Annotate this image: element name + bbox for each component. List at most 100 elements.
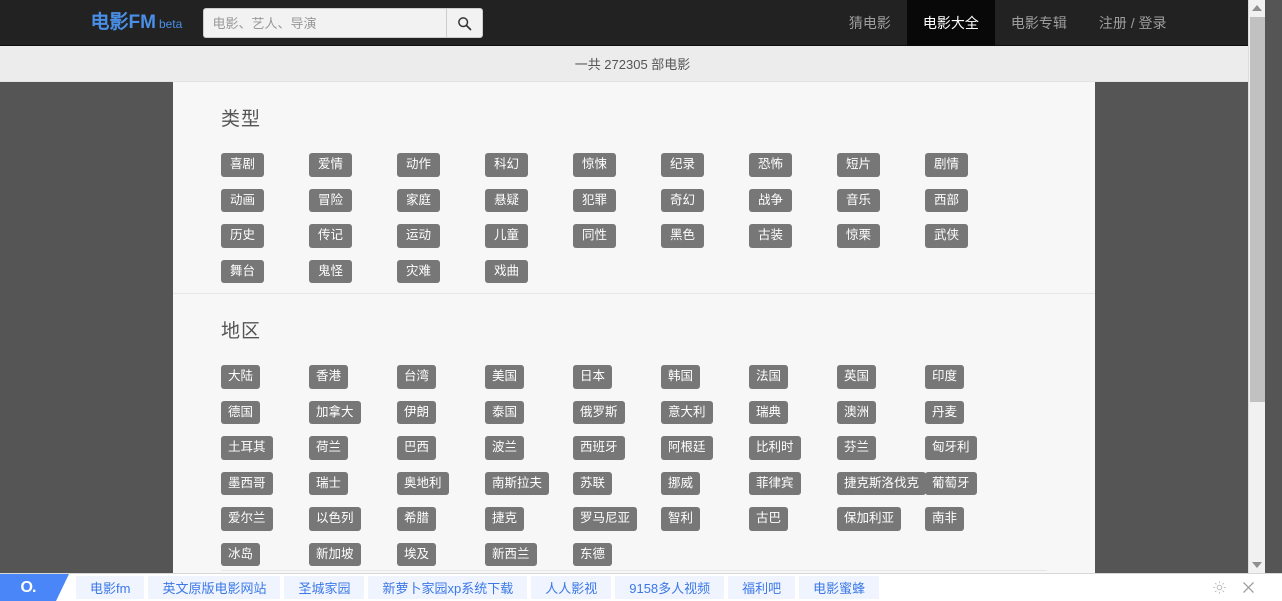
region-tag[interactable]: 匈牙利 xyxy=(925,436,977,460)
region-tag[interactable]: 苏联 xyxy=(573,471,613,495)
genre-tag[interactable]: 戏曲 xyxy=(485,259,529,283)
genre-tag[interactable]: 历史 xyxy=(221,224,265,248)
region-tag[interactable]: 以色列 xyxy=(309,507,361,531)
region-tag[interactable]: 俄罗斯 xyxy=(573,400,625,424)
region-tag[interactable]: 澳洲 xyxy=(837,400,877,424)
genre-tag[interactable]: 喜剧 xyxy=(221,153,265,177)
region-tag[interactable]: 阿根廷 xyxy=(661,436,713,460)
page-scrollbar[interactable] xyxy=(1248,0,1265,573)
taskbar-link[interactable]: 9158多人视频 xyxy=(615,576,725,599)
genre-tag[interactable]: 战争 xyxy=(749,188,793,212)
region-tag[interactable]: 丹麦 xyxy=(925,400,965,424)
genre-tag[interactable]: 动画 xyxy=(221,188,265,212)
genre-tag[interactable]: 悬疑 xyxy=(485,188,529,212)
region-tag[interactable]: 南斯拉夫 xyxy=(485,471,550,495)
region-tag[interactable]: 埃及 xyxy=(397,542,437,566)
nav-item-all-movies[interactable]: 电影大全 xyxy=(906,0,995,46)
genre-tag[interactable]: 奇幻 xyxy=(661,188,705,212)
genre-tag[interactable]: 爱情 xyxy=(309,153,353,177)
region-tag[interactable]: 波兰 xyxy=(485,436,525,460)
taskbar-link[interactable]: 电影蜜蜂 xyxy=(799,576,880,599)
genre-tag[interactable]: 家庭 xyxy=(397,188,441,212)
region-tag[interactable]: 意大利 xyxy=(661,400,713,424)
region-tag[interactable]: 台湾 xyxy=(397,365,437,389)
genre-tag[interactable]: 动作 xyxy=(397,153,441,177)
region-tag[interactable]: 冰岛 xyxy=(221,542,261,566)
region-tag[interactable]: 香港 xyxy=(309,365,349,389)
close-icon[interactable] xyxy=(1241,580,1256,595)
genre-tag[interactable]: 武侠 xyxy=(925,224,969,248)
genre-tag[interactable]: 黑色 xyxy=(661,224,705,248)
nav-item-register-login[interactable]: 注册 / 登录 xyxy=(1083,0,1183,46)
region-tag[interactable]: 大陆 xyxy=(221,365,261,389)
nav-item-guess-movie[interactable]: 猜电影 xyxy=(833,0,907,46)
region-tag[interactable]: 巴西 xyxy=(397,436,437,460)
region-tag[interactable]: 爱尔兰 xyxy=(221,507,273,531)
region-tag[interactable]: 瑞典 xyxy=(749,400,789,424)
genre-tag[interactable]: 惊栗 xyxy=(837,224,881,248)
genre-tag[interactable]: 犯罪 xyxy=(573,188,617,212)
taskbar-link[interactable]: 人人影视 xyxy=(531,576,612,599)
taskbar-link[interactable]: 福利吧 xyxy=(728,576,796,599)
region-tag[interactable]: 挪威 xyxy=(661,471,701,495)
genre-tag[interactable]: 舞台 xyxy=(221,259,265,283)
region-tag[interactable]: 美国 xyxy=(485,365,525,389)
region-tag[interactable]: 加拿大 xyxy=(309,400,361,424)
nav-item-movie-albums[interactable]: 电影专辑 xyxy=(995,0,1083,46)
region-tag[interactable]: 新西兰 xyxy=(485,542,537,566)
genre-tag[interactable]: 同性 xyxy=(573,224,617,248)
search-button[interactable] xyxy=(445,8,483,38)
region-tag[interactable]: 东德 xyxy=(573,542,613,566)
region-tag[interactable]: 智利 xyxy=(661,507,701,531)
genre-tag[interactable]: 传记 xyxy=(309,224,353,248)
region-tag[interactable]: 西班牙 xyxy=(573,436,625,460)
region-tag[interactable]: 伊朗 xyxy=(397,400,437,424)
genre-tag[interactable]: 运动 xyxy=(397,224,441,248)
genre-tag[interactable]: 惊悚 xyxy=(573,153,617,177)
taskbar-link[interactable]: 电影fm xyxy=(76,576,145,599)
region-tag[interactable]: 德国 xyxy=(221,400,261,424)
genre-tag[interactable]: 鬼怪 xyxy=(309,259,353,283)
region-tag[interactable]: 新加坡 xyxy=(309,542,361,566)
region-tag[interactable]: 保加利亚 xyxy=(837,507,902,531)
region-tag[interactable]: 印度 xyxy=(925,365,965,389)
search-input[interactable] xyxy=(202,8,446,38)
scrollbar-up-button[interactable] xyxy=(1249,0,1265,16)
genre-tag[interactable]: 西部 xyxy=(925,188,969,212)
region-tag[interactable]: 比利时 xyxy=(749,436,801,460)
genre-tag[interactable]: 冒险 xyxy=(309,188,353,212)
genre-tag[interactable]: 剧情 xyxy=(925,153,969,177)
genre-tag[interactable]: 灾难 xyxy=(397,259,441,283)
taskbar-link[interactable]: 英文原版电影网站 xyxy=(148,576,281,599)
site-brand-logo[interactable]: 电影FM beta xyxy=(83,0,191,46)
region-tag[interactable]: 奥地利 xyxy=(397,471,449,495)
scrollbar-down-button[interactable] xyxy=(1249,557,1265,573)
region-tag[interactable]: 日本 xyxy=(573,365,613,389)
region-tag[interactable]: 希腊 xyxy=(397,507,437,531)
genre-tag[interactable]: 音乐 xyxy=(837,188,881,212)
genre-tag[interactable]: 科幻 xyxy=(485,153,529,177)
region-tag[interactable]: 罗马尼亚 xyxy=(573,507,638,531)
taskbar-link[interactable]: 新萝卜家园xp系统下载 xyxy=(368,576,528,599)
region-tag[interactable]: 土耳其 xyxy=(221,436,273,460)
region-tag[interactable]: 捷克斯洛伐克 xyxy=(837,471,927,495)
genre-tag[interactable]: 短片 xyxy=(837,153,881,177)
region-tag[interactable]: 英国 xyxy=(837,365,877,389)
region-tag[interactable]: 南非 xyxy=(925,507,965,531)
taskbar-link[interactable]: 圣城家园 xyxy=(284,576,365,599)
genre-tag[interactable]: 古装 xyxy=(749,224,793,248)
region-tag[interactable]: 法国 xyxy=(749,365,789,389)
region-tag[interactable]: 菲律宾 xyxy=(749,471,801,495)
region-tag[interactable]: 荷兰 xyxy=(309,436,349,460)
genre-tag[interactable]: 恐怖 xyxy=(749,153,793,177)
region-tag[interactable]: 芬兰 xyxy=(837,436,877,460)
region-tag[interactable]: 古巴 xyxy=(749,507,789,531)
region-tag[interactable]: 瑞士 xyxy=(309,471,349,495)
region-tag[interactable]: 韩国 xyxy=(661,365,701,389)
scrollbar-thumb[interactable] xyxy=(1250,17,1265,402)
region-tag[interactable]: 葡萄牙 xyxy=(925,471,977,495)
region-tag[interactable]: 墨西哥 xyxy=(221,471,273,495)
start-button[interactable]: O. xyxy=(0,574,69,601)
region-tag[interactable]: 泰国 xyxy=(485,400,525,424)
genre-tag[interactable]: 纪录 xyxy=(661,153,705,177)
